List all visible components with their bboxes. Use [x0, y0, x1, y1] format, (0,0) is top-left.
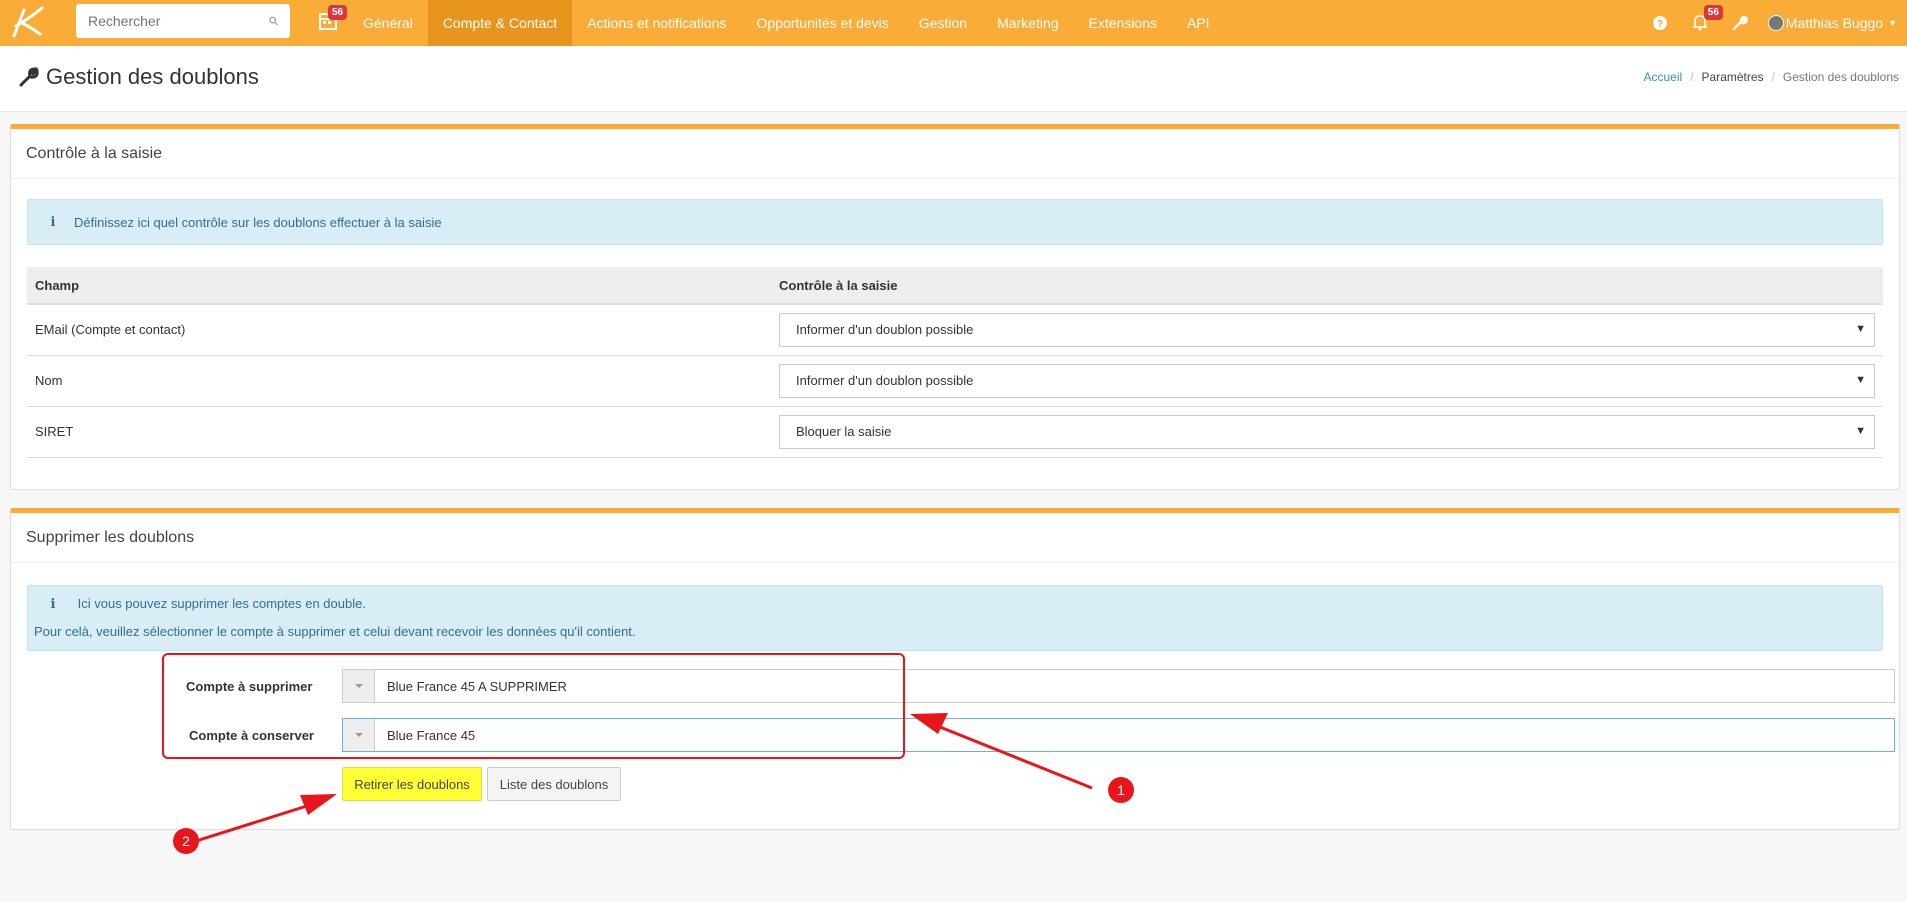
- page-header: Gestion des doublons Accueil / Paramètre…: [0, 46, 1907, 112]
- marker-2-label: 2: [182, 833, 190, 849]
- alert-line-1: i Ici vous pouvez supprimer les comptes …: [34, 596, 1876, 612]
- field-name: SIRET: [27, 406, 771, 458]
- wrench-icon[interactable]: [1731, 14, 1749, 32]
- control-select-siret[interactable]: Bloquer la saisie ▼: [779, 414, 1875, 449]
- info-icon: i: [50, 597, 56, 612]
- breadcrumb-separator: /: [1690, 70, 1694, 84]
- breadcrumb-home[interactable]: Accueil: [1644, 70, 1683, 84]
- help-icon[interactable]: ?: [1651, 14, 1669, 32]
- page-title-wrap: Gestion des doublons: [18, 64, 259, 90]
- search-box[interactable]: [76, 4, 290, 38]
- combo-value: Blue France 45 A SUPPRIMER: [387, 678, 567, 694]
- caret-down-icon: [354, 733, 363, 737]
- select-value: Bloquer la saisie: [796, 424, 892, 439]
- control-cell: Informer d'un doublon possible ▼: [771, 355, 1883, 407]
- alert-text: Ici vous pouvez supprimer les comptes en…: [77, 596, 366, 611]
- dropdown-toggle[interactable]: [343, 670, 375, 702]
- info-alert: i Définissez ici quel contrôle sur les d…: [27, 199, 1883, 245]
- nav-marketing[interactable]: Marketing: [982, 0, 1073, 46]
- top-navbar: 56 Général Compte & Contact Actions et n…: [0, 0, 1907, 46]
- chevron-down-icon: ▼: [1888, 18, 1897, 28]
- column-header-controle: Contrôle à la saisie: [771, 267, 1883, 305]
- wrench-icon: [19, 67, 39, 87]
- user-menu[interactable]: Matthias Buggo ▼: [1767, 15, 1907, 31]
- control-select-email[interactable]: Informer d'un doublon possible ▼: [779, 312, 1875, 347]
- nav-opportunites-devis[interactable]: Opportunités et devis: [742, 0, 904, 46]
- control-select-nom[interactable]: Informer d'un doublon possible ▼: [779, 363, 1875, 398]
- control-cell: Bloquer la saisie ▼: [771, 406, 1883, 458]
- breadcrumb-current: Gestion des doublons: [1782, 70, 1899, 84]
- breadcrumb: Accueil / Paramètres / Gestion des doubl…: [1644, 70, 1900, 84]
- nav-gestion[interactable]: Gestion: [904, 0, 982, 46]
- field-name: Nom: [27, 355, 771, 407]
- list-duplicates-button[interactable]: Liste des doublons: [487, 767, 621, 801]
- panel-title: Supprimer les doublons: [11, 513, 1899, 563]
- nav-api[interactable]: API: [1172, 0, 1225, 46]
- search-input[interactable]: [88, 13, 269, 29]
- caret-down-icon: ▼: [1855, 322, 1866, 335]
- nav-right: ? 56 Matthias Buggo ▼: [1640, 0, 1907, 46]
- panel-title: Contrôle à la saisie: [11, 129, 1899, 179]
- calendar-badge: 56: [328, 5, 348, 20]
- remove-duplicates-button[interactable]: Retirer les doublons: [342, 767, 482, 801]
- avatar: [1767, 15, 1784, 31]
- table-row: SIRET Bloquer la saisie ▼: [27, 406, 1883, 458]
- panel-controle-saisie: Contrôle à la saisie i Définissez ici qu…: [10, 124, 1900, 490]
- table-row: EMail (Compte et contact) Informer d'un …: [27, 304, 1883, 356]
- nav-compte-contact[interactable]: Compte & Contact: [427, 0, 573, 46]
- combo-value[interactable]: Blue France 45: [375, 728, 475, 743]
- svg-text:?: ?: [1657, 19, 1663, 30]
- caret-down-icon: ▼: [1855, 373, 1866, 386]
- select-value: Informer d'un doublon possible: [796, 373, 974, 388]
- app-logo[interactable]: [10, 6, 46, 38]
- caret-down-icon: [354, 684, 363, 688]
- marker-2: [173, 828, 199, 854]
- search-icon[interactable]: [269, 13, 278, 29]
- select-value: Informer d'un doublon possible: [796, 322, 974, 338]
- info-icon: i: [50, 214, 56, 230]
- page-title: Gestion des doublons: [46, 64, 259, 89]
- breadcrumb-parametres[interactable]: Paramètres: [1702, 70, 1764, 84]
- table-header-row: Champ Contrôle à la saisie: [27, 267, 1883, 305]
- main-nav: Général Compte & Contact Actions et noti…: [348, 0, 1225, 46]
- nav-actions-notifications[interactable]: Actions et notifications: [572, 0, 741, 46]
- notification-wrap: 56: [1680, 4, 1723, 34]
- nav-general[interactable]: Général: [348, 0, 428, 46]
- control-cell: Informer d'un doublon possible ▼: [771, 304, 1883, 356]
- dropdown-toggle[interactable]: [343, 719, 375, 751]
- label-compte-supprimer: Compte à supprimer: [186, 679, 313, 694]
- column-header-champ: Champ: [27, 267, 771, 305]
- field-name: EMail (Compte et contact): [27, 304, 771, 356]
- user-name: Matthias Buggo: [1785, 15, 1884, 31]
- nav-extensions[interactable]: Extensions: [1074, 0, 1172, 46]
- alert-line-2: Pour celà, veuillez sélectionner le comp…: [34, 624, 636, 639]
- alert-text: Définissez ici quel contrôle sur les dou…: [74, 214, 442, 230]
- panel-supprimer-doublons: Supprimer les doublons i Ici vous pouvez…: [10, 508, 1900, 830]
- breadcrumb-separator: /: [1771, 70, 1775, 84]
- table-row: Nom Informer d'un doublon possible ▼: [27, 355, 1883, 407]
- info-alert: i Ici vous pouvez supprimer les comptes …: [27, 585, 1883, 651]
- label-compte-conserver: Compte à conserver: [189, 728, 314, 743]
- combo-compte-conserver[interactable]: Blue France 45: [342, 718, 1895, 752]
- caret-down-icon: ▼: [1855, 424, 1866, 437]
- notification-badge: 56: [1703, 4, 1723, 20]
- duplicates-control-table: Champ Contrôle à la saisie EMail (Compte…: [27, 267, 1883, 458]
- combo-compte-supprimer[interactable]: Blue France 45 A SUPPRIMER: [342, 669, 1895, 703]
